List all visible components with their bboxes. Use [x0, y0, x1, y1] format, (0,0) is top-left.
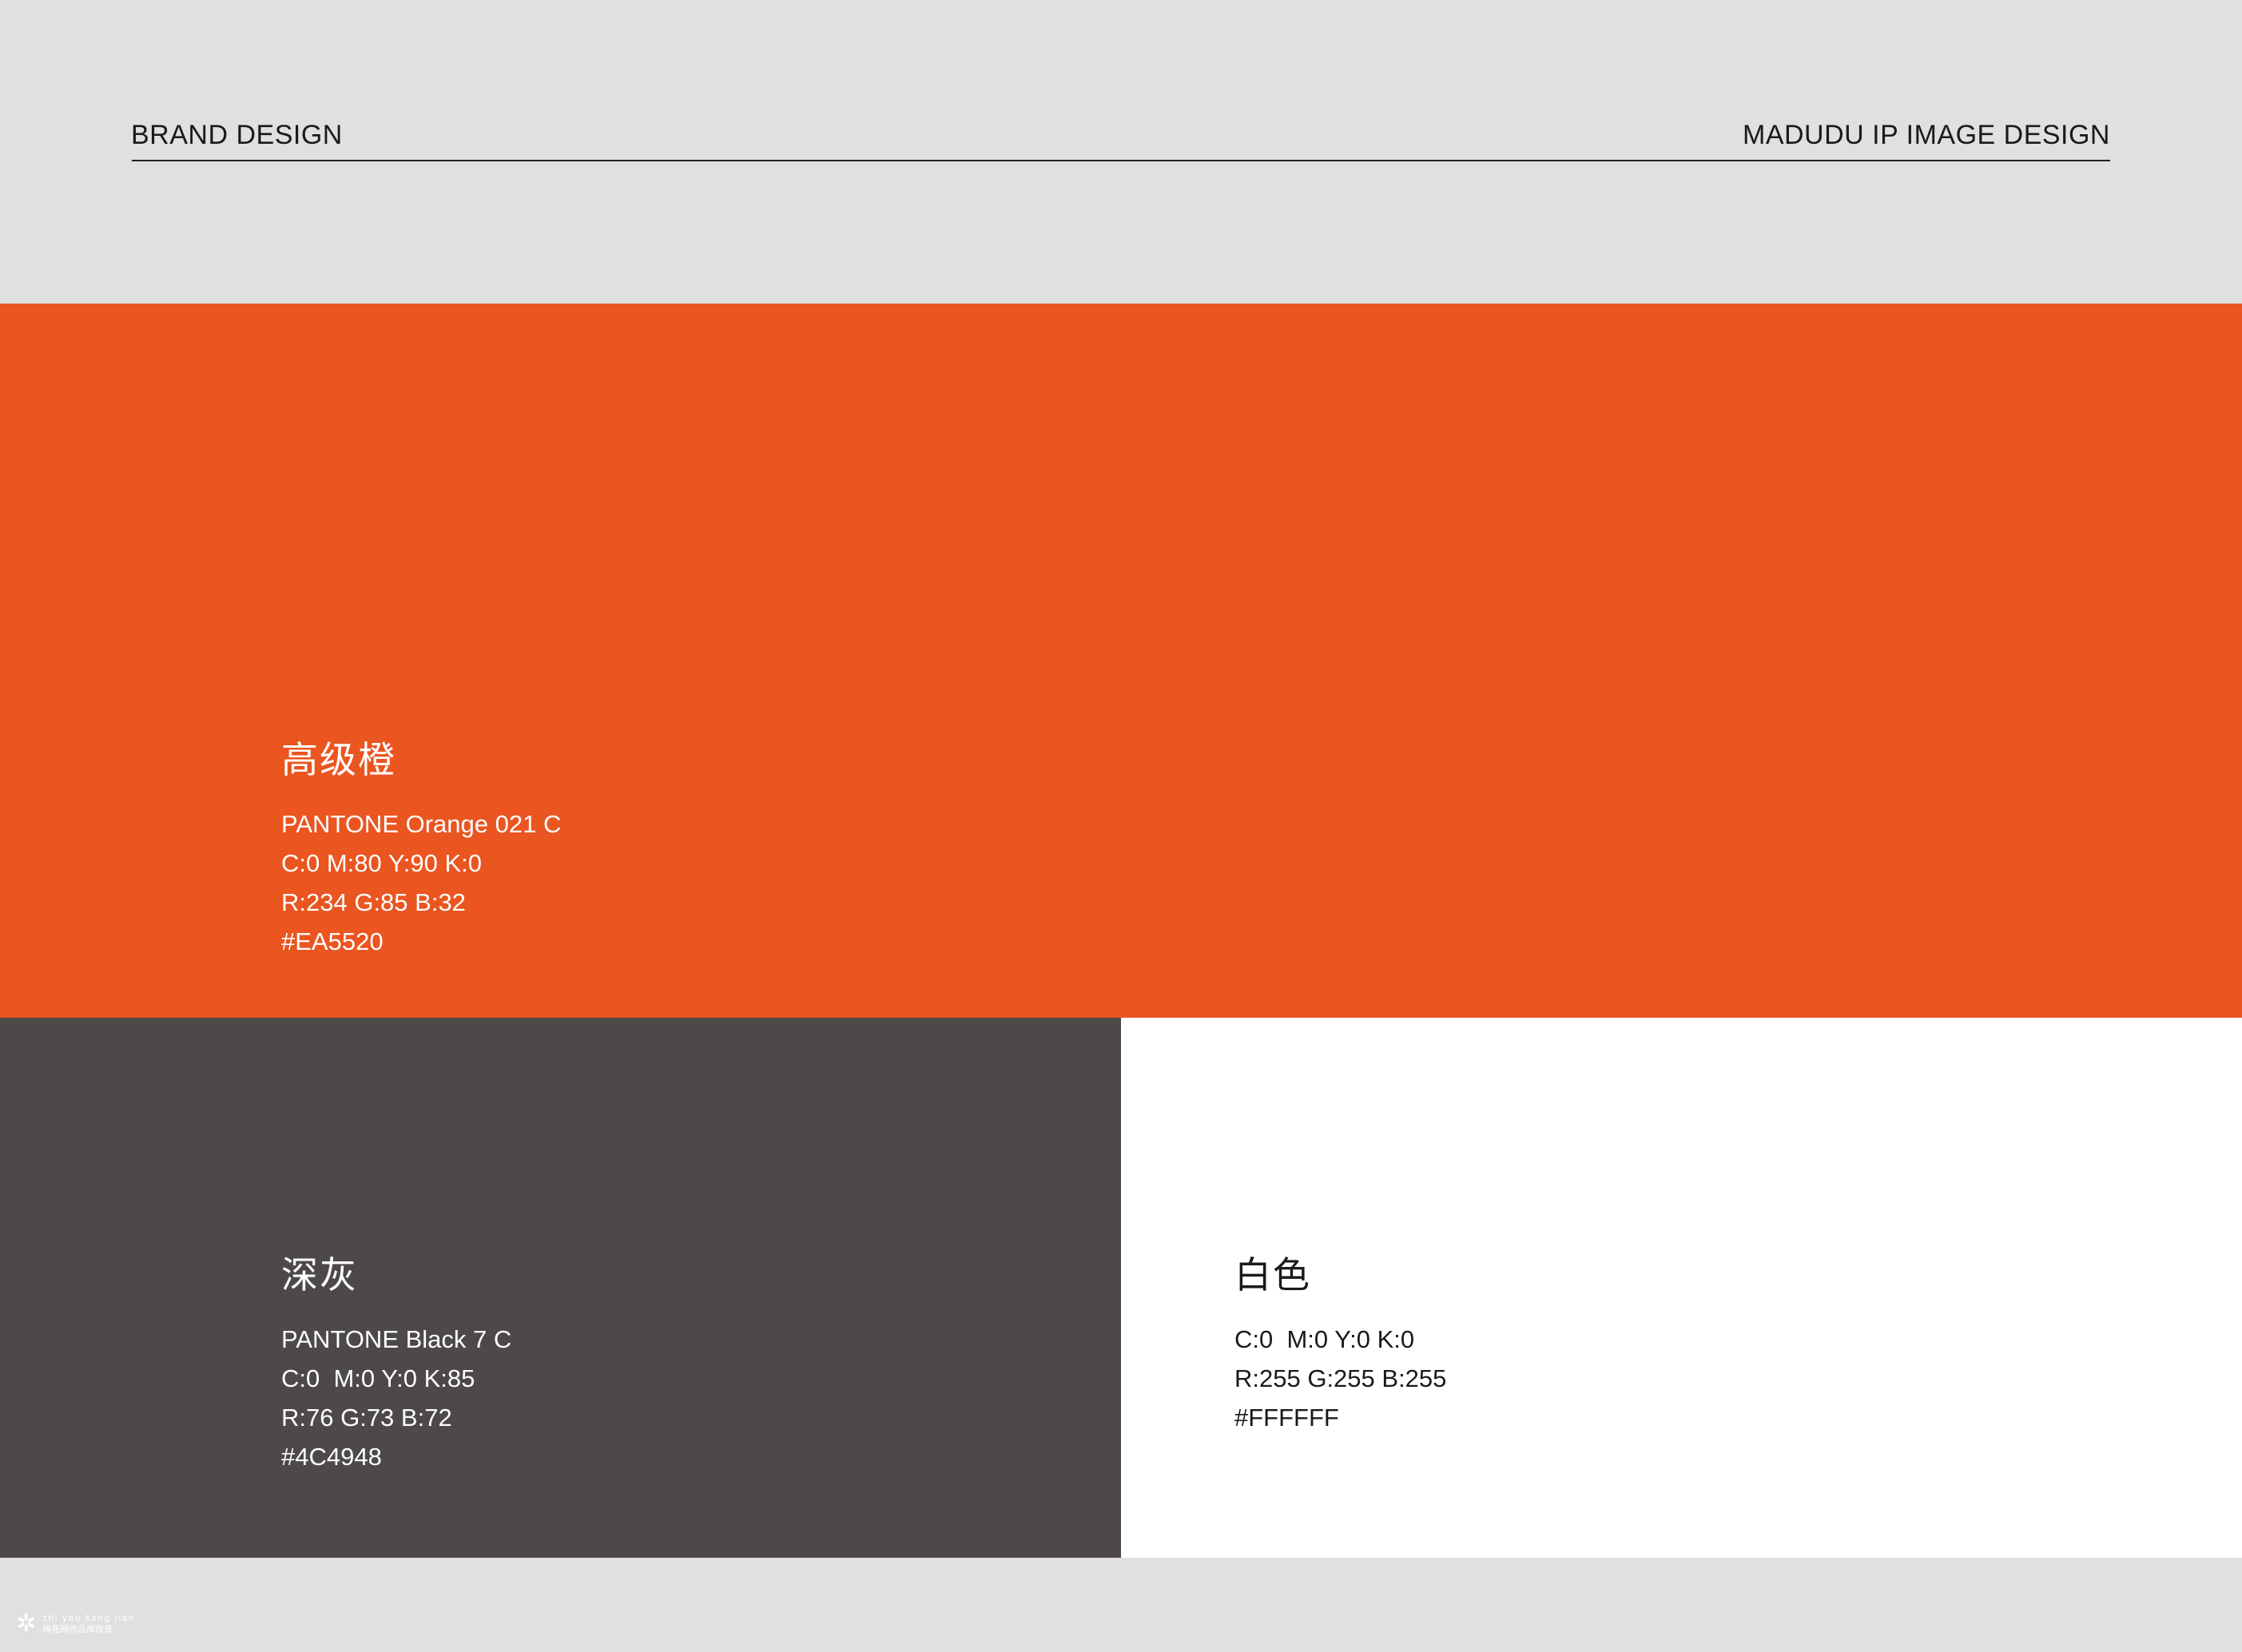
gray-hex: #4C4948: [281, 1443, 382, 1471]
watermark-pinyin: zhi you kang jian: [42, 1614, 136, 1623]
gray-pantone: PANTONE Black 7 C: [281, 1325, 512, 1353]
orange-hex: #EA5520: [281, 927, 384, 955]
gray-color-info: 深灰 PANTONE Black 7 C C:0 M:0 Y:0 K:85 R:…: [281, 1246, 511, 1476]
orange-rgb: R:234 G:85 B:32: [281, 888, 466, 916]
gray-rgb: R:76 G:73 B:72: [281, 1404, 452, 1432]
header-brand-design: BRAND DESIGN: [131, 120, 343, 150]
header-project-title: MADUDU IP IMAGE DESIGN: [1743, 120, 2110, 150]
white-color-name: 白色: [1234, 1253, 1311, 1297]
white-cmyk: C:0 M:0 Y:0 K:0: [1234, 1325, 1415, 1353]
orange-color-info: 高级橙 PANTONE Orange 021 C C:0 M:80 Y:90 K…: [281, 731, 561, 961]
header-divider: [132, 160, 2110, 161]
white-color-info: 白色 C:0 M:0 Y:0 K:0 R:255 G:255 B:255 #FF…: [1234, 1246, 1446, 1437]
gray-color-name: 深灰: [281, 1253, 358, 1297]
watermark-logo: ✲ zhi you kang jian 梅花网作品库收录: [16, 1612, 135, 1636]
white-hex: #FFFFFF: [1234, 1404, 1339, 1432]
orange-color-name: 高级橙: [281, 738, 396, 781]
orange-cmyk: C:0 M:80 Y:90 K:0: [281, 849, 483, 877]
flower-logo-icon: ✲: [16, 1610, 37, 1637]
gray-cmyk: C:0 M:0 Y:0 K:85: [281, 1364, 475, 1392]
watermark-caption: 梅花网作品库收录: [42, 1624, 113, 1634]
orange-pantone: PANTONE Orange 021 C: [281, 810, 562, 838]
white-rgb: R:255 G:255 B:255: [1234, 1364, 1447, 1392]
gray-color-swatch: [0, 1018, 1121, 1558]
